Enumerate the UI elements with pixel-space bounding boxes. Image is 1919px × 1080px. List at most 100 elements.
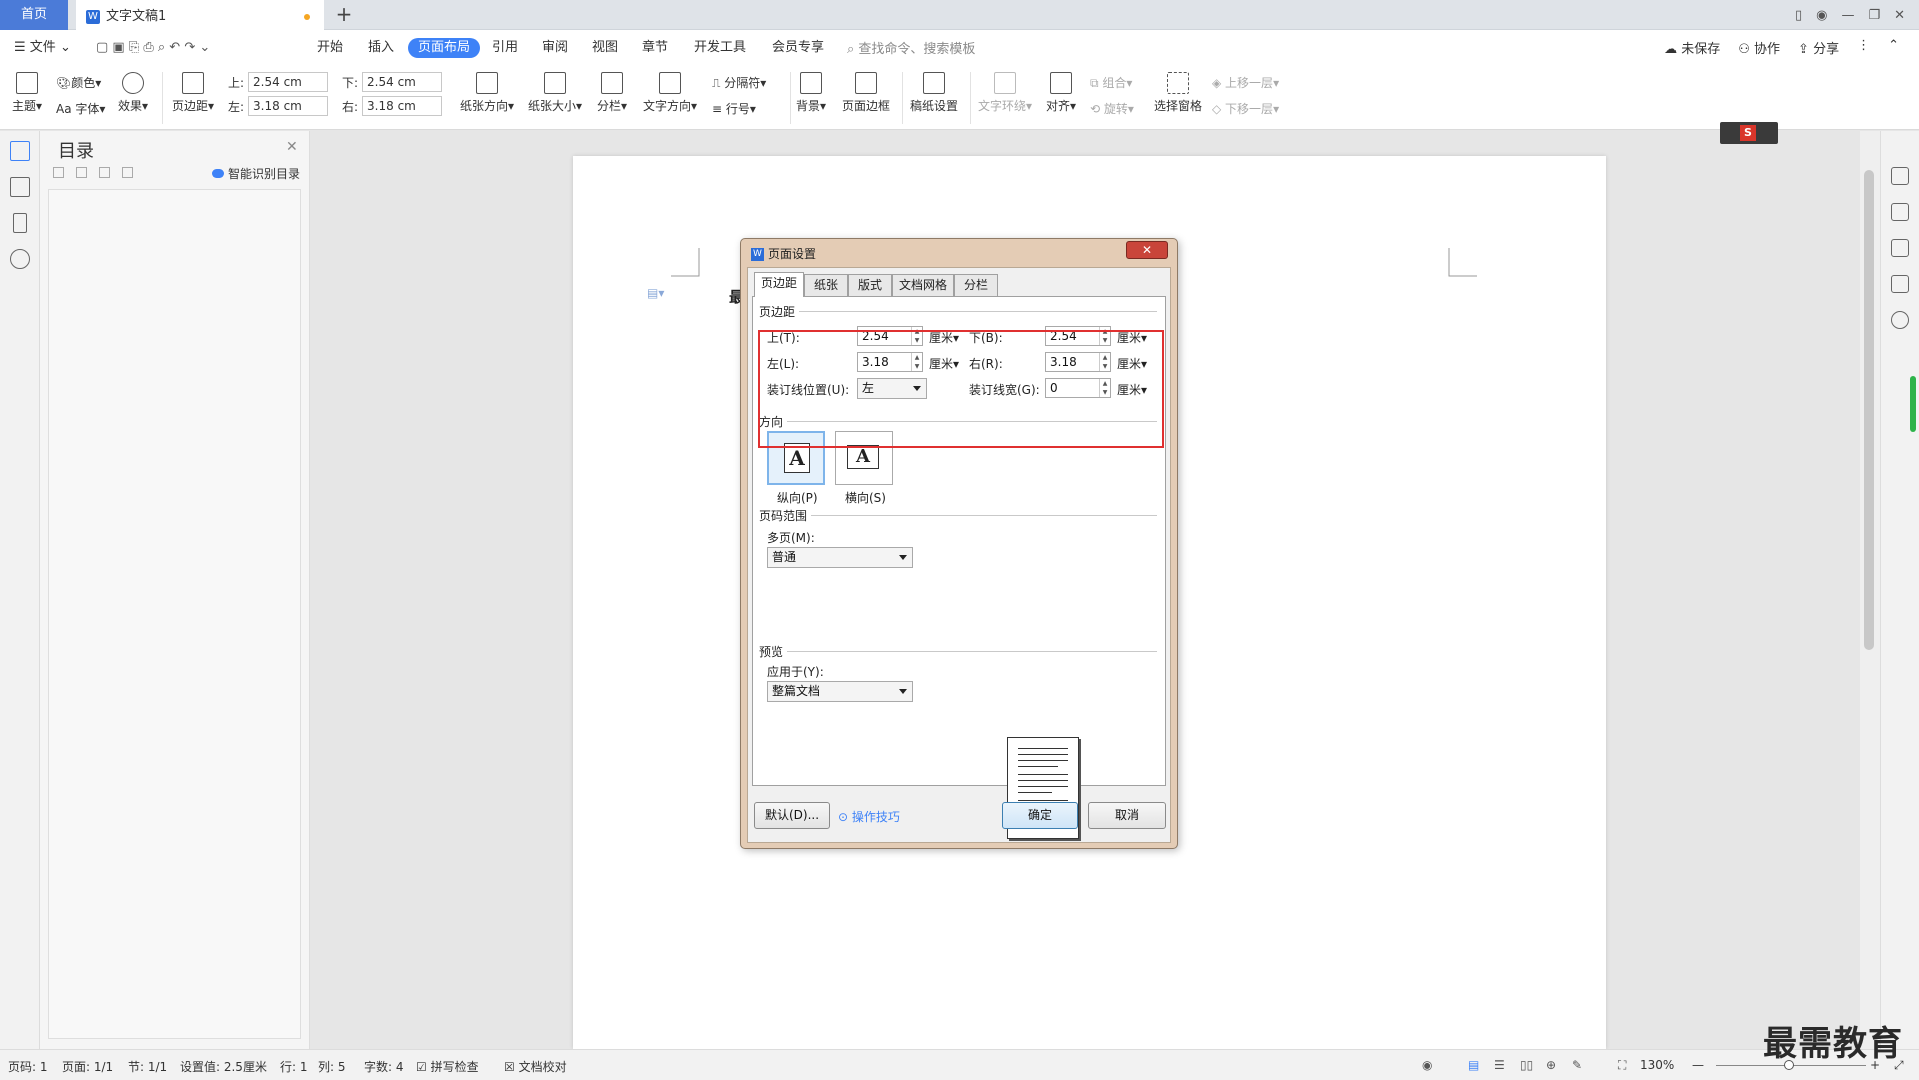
new-tab-button[interactable]: + <box>332 0 356 30</box>
help-icon[interactable] <box>1891 311 1909 329</box>
tab-references[interactable]: 引用 <box>492 38 518 58</box>
tab-home[interactable]: 首页 <box>0 0 68 30</box>
status-words[interactable]: 字数: 4 <box>364 1058 404 1075</box>
tab-member[interactable]: 会员专享 <box>772 38 824 58</box>
tab-developer[interactable]: 开发工具 <box>694 38 746 58</box>
background-button[interactable]: 背景▾ <box>796 72 826 114</box>
dialog-close-button[interactable]: ✕ <box>1126 241 1168 259</box>
tab-insert[interactable]: 插入 <box>368 38 394 58</box>
ribbon-top-input[interactable]: 2.54 cm <box>248 72 329 92</box>
manuscript-button[interactable]: 稿纸设置 <box>910 72 958 114</box>
web-view-icon[interactable]: ⊕ <box>1546 1058 1556 1072</box>
portrait-label[interactable]: 纵向(P) <box>777 489 818 506</box>
page-count-icon[interactable]: ▯ <box>1795 8 1802 23</box>
file-menu[interactable]: ☰ 文件 ⌄ <box>14 38 71 58</box>
quick-access-toolbar[interactable]: ▢ ▣ ⎘ ⎙ ⌕ ↶ ↷ ⌄ <box>96 38 210 58</box>
smart-toc-button[interactable]: 智能识别目录 <box>212 165 300 182</box>
effect-button[interactable]: 效果▾ <box>118 72 148 114</box>
write-view-icon[interactable]: ✎ <box>1572 1058 1582 1072</box>
cancel-button[interactable]: 取消 <box>1088 802 1166 829</box>
close-window-icon[interactable]: ✕ <box>1894 8 1905 23</box>
paragraph-handle-icon[interactable]: ▤▾ <box>647 286 664 300</box>
tab-columns[interactable]: 分栏 <box>954 274 998 296</box>
toc-add-icon[interactable] <box>99 167 110 178</box>
text-wrap-button[interactable]: 文字环绕▾ <box>978 72 1032 114</box>
align-button[interactable]: 对齐▾ <box>1046 72 1076 114</box>
separator-button[interactable]: ⎍ 分隔符▾ <box>712 74 766 91</box>
status-col[interactable]: 列: 5 <box>318 1058 346 1075</box>
tab-doc-grid[interactable]: 文档网格 <box>892 274 954 296</box>
status-pages[interactable]: 页面: 1/1 <box>62 1058 113 1075</box>
bookmark-icon[interactable] <box>13 213 27 233</box>
toc-collapse-icon[interactable] <box>76 167 87 178</box>
user-avatar[interactable]: ◉ <box>1816 8 1827 23</box>
bring-forward-button[interactable]: ◈ 上移一层▾ <box>1212 74 1279 91</box>
selection-pane-button[interactable]: 选择窗格 <box>1154 72 1202 114</box>
tab-view[interactable]: 视图 <box>592 38 618 58</box>
navigation-icon[interactable] <box>10 177 30 197</box>
tab-document[interactable]: W 文字文稿1 <box>76 0 324 30</box>
margins-button[interactable]: 页边距▾ <box>172 72 214 114</box>
fit-page-icon[interactable]: ⛶ <box>1618 1058 1626 1073</box>
find-icon[interactable] <box>10 249 30 269</box>
toc-expand-icon[interactable] <box>53 167 64 178</box>
doc-proof-button[interactable]: ☒ 文档校对 <box>504 1058 567 1075</box>
zoom-level[interactable]: 130% <box>1640 1058 1674 1072</box>
unsaved-button[interactable]: ☁ 未保存 <box>1664 38 1720 57</box>
collapse-ribbon-icon[interactable]: ⌃ <box>1888 38 1899 57</box>
paper-size-button[interactable]: 纸张大小▾ <box>528 72 582 114</box>
zoom-out-icon[interactable]: — <box>1692 1058 1704 1072</box>
tab-chapter[interactable]: 章节 <box>642 38 668 58</box>
toc-close-icon[interactable]: ✕ <box>286 139 298 155</box>
apply-to-select[interactable]: 整篇文档 <box>767 681 913 702</box>
ribbon-bottom-input[interactable]: 2.54 cm <box>362 72 443 92</box>
status-setting[interactable]: 设置值: 2.5厘米 <box>180 1058 267 1075</box>
outline-view-icon[interactable]: ☰ <box>1494 1058 1505 1072</box>
default-button[interactable]: 默认(D)... <box>754 802 830 829</box>
sogou-ime-icon[interactable]: S <box>1740 125 1756 141</box>
tab-page-layout[interactable]: 页面布局 <box>408 38 481 58</box>
landscape-label[interactable]: 横向(S) <box>845 489 886 506</box>
theme-button[interactable]: 主题▾ <box>12 72 42 114</box>
status-row[interactable]: 行: 1 <box>280 1058 308 1075</box>
spell-check-button[interactable]: ☑ 拼写检查 <box>416 1058 479 1075</box>
rotate-button[interactable]: ⟲ 旋转▾ <box>1090 100 1134 117</box>
share-button[interactable]: ⇪ 分享 <box>1798 38 1839 57</box>
command-search[interactable]: ⌕ 查找命令、搜索模板 <box>847 38 975 57</box>
scrollbar-thumb[interactable] <box>1864 170 1874 650</box>
text-direction-button[interactable]: 文字方向▾ <box>643 72 697 114</box>
columns-button[interactable]: 分栏▾ <box>597 72 627 114</box>
collab-button[interactable]: ⚇ 协作 <box>1738 38 1780 57</box>
restore-icon[interactable]: ❐ <box>1868 8 1880 23</box>
tips-link[interactable]: ⊙ 操作技巧 <box>838 808 900 825</box>
orientation-button[interactable]: 纸张方向▾ <box>460 72 514 114</box>
sliders-icon[interactable] <box>1891 275 1909 293</box>
tab-start[interactable]: 开始 <box>317 38 343 58</box>
ribbon-right-input[interactable]: 3.18 cm <box>362 96 443 116</box>
send-backward-button[interactable]: ◇ 下移一层▾ <box>1212 100 1279 117</box>
group-button[interactable]: ⧉ 组合▾ <box>1090 74 1132 91</box>
status-page-code[interactable]: 页码: 1 <box>8 1058 48 1075</box>
cursor-icon[interactable] <box>1891 239 1909 257</box>
toc-remove-icon[interactable] <box>122 167 133 178</box>
tab-layout[interactable]: 版式 <box>848 274 892 296</box>
color-button[interactable]: 🎨︎颜色▾ <box>56 74 101 91</box>
rocket-icon[interactable] <box>1891 167 1909 185</box>
ok-button[interactable]: 确定 <box>1002 802 1078 829</box>
toc-panel-icon[interactable] <box>10 141 30 161</box>
status-section[interactable]: 节: 1/1 <box>128 1058 167 1075</box>
line-number-button[interactable]: ≡ 行号▾ <box>712 100 756 117</box>
eye-protect-icon[interactable]: ◉ <box>1422 1058 1432 1072</box>
tab-margins[interactable]: 页边距 <box>754 272 804 297</box>
tab-paper[interactable]: 纸张 <box>804 274 848 296</box>
font-button[interactable]: Aa 字体▾ <box>56 100 105 117</box>
page-border-button[interactable]: 页面边框 <box>842 72 890 114</box>
pen-icon[interactable] <box>1891 203 1909 221</box>
more-icon[interactable]: ⋮ <box>1857 38 1870 57</box>
tab-review[interactable]: 审阅 <box>542 38 568 58</box>
page-view-icon[interactable]: ▤ <box>1468 1058 1479 1072</box>
minimize-icon[interactable]: — <box>1841 8 1854 23</box>
ribbon-left-input[interactable]: 3.18 cm <box>248 96 329 116</box>
multi-page-select[interactable]: 普通 <box>767 547 913 568</box>
read-view-icon[interactable]: ▯▯ <box>1520 1058 1533 1072</box>
